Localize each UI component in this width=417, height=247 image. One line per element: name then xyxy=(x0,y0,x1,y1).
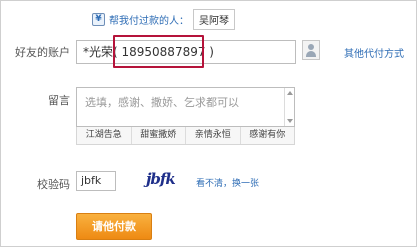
quick-phrase-item[interactable]: 江湖告急 xyxy=(77,127,132,144)
scroll-down-icon[interactable] xyxy=(287,119,293,123)
quick-phrase-item[interactable]: 亲情永恒 xyxy=(186,127,241,144)
captcha-image[interactable]: jbfk xyxy=(142,169,182,192)
message-label: 留言 xyxy=(48,94,70,107)
scroll-up-icon[interactable] xyxy=(287,91,293,95)
message-textarea[interactable]: 选填，感谢、撒娇、乞求都可以 xyxy=(76,87,295,127)
quick-phrase-bar: 江湖告急 甜蜜撒娇 亲情永恒 感谢有你 xyxy=(76,127,295,145)
highlight-annotation xyxy=(113,35,204,68)
quick-phrase-item[interactable]: 甜蜜撒娇 xyxy=(132,127,186,144)
request-payment-button[interactable]: 请他付款 xyxy=(76,213,152,240)
captcha-input[interactable]: jbfk xyxy=(76,171,116,191)
recent-payer-row: ¥ 帮我付过款的人： 吴阿琴 xyxy=(92,8,235,30)
quick-phrase-item[interactable]: 感谢有你 xyxy=(241,127,295,144)
captcha-image-text: jbfk xyxy=(146,170,176,188)
contacts-button[interactable] xyxy=(302,40,320,60)
contact-person-icon xyxy=(308,44,314,50)
recent-payer-name-chip[interactable]: 吴阿琴 xyxy=(193,8,235,30)
account-label: 好友的账户 xyxy=(15,46,70,59)
message-scrollbar[interactable] xyxy=(284,88,294,126)
refresh-captcha-link[interactable]: 看不清，换一张 xyxy=(196,176,259,189)
other-payment-method-link[interactable]: 其他代付方式 xyxy=(344,45,404,60)
recent-payer-label: 帮我付过款的人： xyxy=(109,15,189,27)
payer-badge-icon: ¥ xyxy=(92,12,105,26)
captcha-label: 校验码 xyxy=(37,178,70,191)
